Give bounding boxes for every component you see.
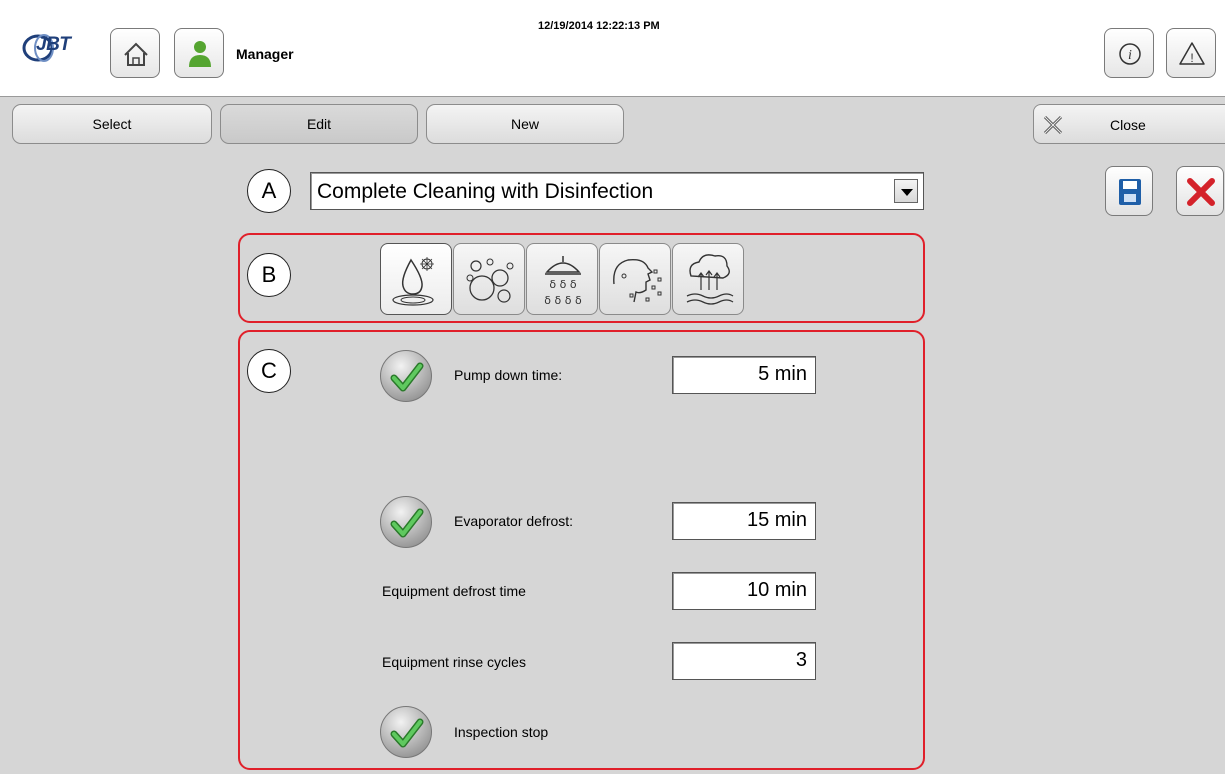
chevron-down-icon [901,189,913,196]
home-button[interactable] [110,28,160,78]
user-name: Manager [236,46,294,62]
inspection-stop-label: Inspection stop [454,724,549,740]
tab-select[interactable]: Select [12,104,212,144]
marker-a: A [247,169,291,213]
inspection-stop-toggle[interactable] [380,706,432,758]
program-dropdown[interactable]: Complete Cleaning with Disinfection [310,172,924,210]
step-defrost[interactable] [380,243,452,315]
user-icon [189,41,211,67]
close-button[interactable]: Close [1033,104,1225,144]
defrost-drop-icon [392,257,434,306]
svg-text:!: ! [1190,51,1193,65]
parameters-panel [238,330,925,770]
evaporator-defrost-label: Evaporator defrost: [454,513,574,529]
cancel-button[interactable] [1176,166,1224,216]
dry-steam-icon [686,254,734,305]
svg-text:δ δ δ: δ δ δ [549,278,576,291]
rinse-shower-icon: δ δ δ δ δ δ δ [544,256,582,307]
close-label: Close [1110,117,1146,133]
pump-down-label: Pump down time: [454,367,563,383]
rinse-cycles-field[interactable]: 3 [672,642,816,680]
step-dry[interactable] [672,243,744,315]
cancel-icon [1187,178,1215,206]
user-button[interactable] [174,28,224,78]
program-selected: Complete Cleaning with Disinfection [317,180,654,203]
datetime: 12/19/2014 12:22:13 PM [538,20,660,32]
step-foam[interactable] [453,243,525,315]
info-button[interactable]: i [1104,28,1154,78]
tab-new[interactable]: New [426,104,624,144]
close-icon [1043,115,1063,135]
svg-text:i: i [1128,48,1132,63]
checkmark-icon [390,718,424,748]
svg-text:δ δ δ δ: δ δ δ δ [544,294,582,307]
pump-down-field[interactable]: 5 min [672,356,816,394]
marker-c: C [247,349,291,393]
rinse-cycles-label: Equipment rinse cycles [382,654,526,670]
equipment-defrost-label: Equipment defrost time [382,583,526,599]
step-rinse[interactable]: δ δ δ δ δ δ δ [526,243,598,315]
dropdown-arrow[interactable] [894,179,918,203]
evaporator-defrost-field[interactable]: 15 min [672,502,816,540]
warning-icon: ! [1179,42,1205,65]
checkmark-icon [390,508,424,538]
info-icon: i [1119,43,1141,65]
header-bar: JBT Manager 12/19/2014 12:22:13 PM i ! [0,0,1225,97]
checkmark-icon [390,362,424,392]
evaporator-defrost-toggle[interactable] [380,496,432,548]
save-button[interactable] [1105,166,1153,216]
home-icon [124,42,148,66]
disinfect-spray-icon [613,258,662,303]
save-icon [1119,179,1141,205]
marker-b: B [247,253,291,297]
foam-bubbles-icon [466,258,514,303]
pump-down-toggle[interactable] [380,350,432,402]
equipment-defrost-field[interactable]: 10 min [672,572,816,610]
step-disinfect[interactable] [599,243,671,315]
alarm-button[interactable]: ! [1166,28,1216,78]
tab-edit[interactable]: Edit [220,104,418,144]
logo-text: JBT [36,34,71,55]
